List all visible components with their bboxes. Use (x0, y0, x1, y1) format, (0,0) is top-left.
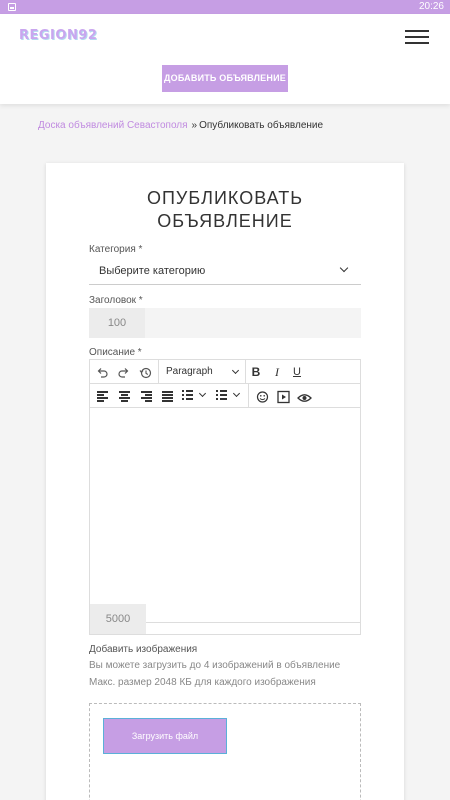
heading-input[interactable]: 100 (89, 308, 361, 338)
images-hint-size: Макс. размер 2048 КБ для каждого изображ… (89, 677, 316, 688)
breadcrumb-home-link[interactable]: Доска объявлений Севастополя (38, 120, 188, 131)
images-hint-count: Вы можете загрузить до 4 изображений в о… (89, 660, 341, 671)
page-title: ОПУБЛИКОВАТЬ ОБЪЯВЛЕНИЕ (46, 187, 404, 233)
chevron-down-icon (231, 366, 240, 375)
description-editor: Paragraph B I U 5000 (89, 359, 361, 635)
editor-divider (146, 622, 360, 623)
bold-icon[interactable]: B (249, 364, 263, 380)
heading-label: Заголовок * (89, 295, 143, 306)
video-icon[interactable] (277, 389, 290, 405)
breadcrumb-separator: » (191, 120, 198, 131)
breadcrumb: Доска объявлений Севастополя» Опубликоват… (38, 120, 323, 131)
history-icon[interactable] (139, 365, 152, 381)
editor-toolbar-row-2 (90, 384, 360, 408)
description-label: Описание * (89, 347, 142, 358)
chevron-down-icon[interactable] (198, 389, 207, 398)
description-char-counter: 5000 (90, 604, 146, 634)
upload-file-button[interactable]: Загрузить файл (103, 718, 227, 754)
editor-toolbar-row-1: Paragraph B I U (90, 360, 360, 384)
add-listing-button[interactable]: ДОБАВИТЬ ОБЪЯВЛЕНИЕ (162, 65, 288, 92)
redo-icon[interactable] (118, 365, 130, 381)
align-center-icon[interactable] (119, 391, 130, 402)
site-header: REGION92 ДОБАВИТЬ ОБЪЯВЛЕНИЕ (0, 14, 450, 104)
chevron-down-icon (339, 263, 349, 273)
align-left-icon[interactable] (97, 391, 108, 402)
paragraph-format-select[interactable]: Paragraph (166, 364, 213, 380)
category-select[interactable]: Выберите категорию (89, 258, 361, 285)
emoji-icon[interactable] (256, 389, 269, 405)
page-title-line2: ОБЪЯВЛЕНИЕ (157, 211, 293, 231)
underline-icon[interactable]: U (290, 364, 304, 380)
images-label: Добавить изображения (89, 644, 198, 655)
image-notification-icon (8, 3, 16, 11)
description-textarea[interactable] (90, 408, 360, 604)
site-logo[interactable]: REGION92 (19, 28, 97, 43)
chevron-down-icon[interactable] (232, 389, 241, 398)
align-right-icon[interactable] (141, 391, 152, 402)
page-title-line1: ОПУБЛИКОВАТЬ (146, 188, 304, 208)
image-dropzone[interactable]: Загрузить файл (89, 703, 361, 800)
status-time: 20:26 (418, 1, 444, 12)
status-bar: 20:26 (0, 0, 450, 14)
breadcrumb-current: Опубликовать объявление (199, 120, 324, 131)
toolbar-divider (248, 384, 249, 408)
preview-icon[interactable] (297, 390, 312, 406)
bullet-list-icon[interactable] (182, 390, 193, 401)
numbered-list-icon[interactable] (216, 390, 227, 401)
heading-char-counter: 100 (89, 308, 145, 338)
category-label: Категория * (89, 244, 143, 255)
align-justify-icon[interactable] (162, 391, 173, 402)
category-select-value: Выберите категорию (99, 265, 206, 277)
publish-form-card: ОПУБЛИКОВАТЬ ОБЪЯВЛЕНИЕ Категория * Выбе… (46, 163, 404, 800)
toolbar-divider (245, 360, 246, 384)
italic-icon[interactable]: I (270, 364, 284, 380)
hamburger-menu-icon[interactable] (405, 30, 429, 46)
toolbar-divider (158, 360, 159, 384)
undo-icon[interactable] (96, 365, 108, 381)
